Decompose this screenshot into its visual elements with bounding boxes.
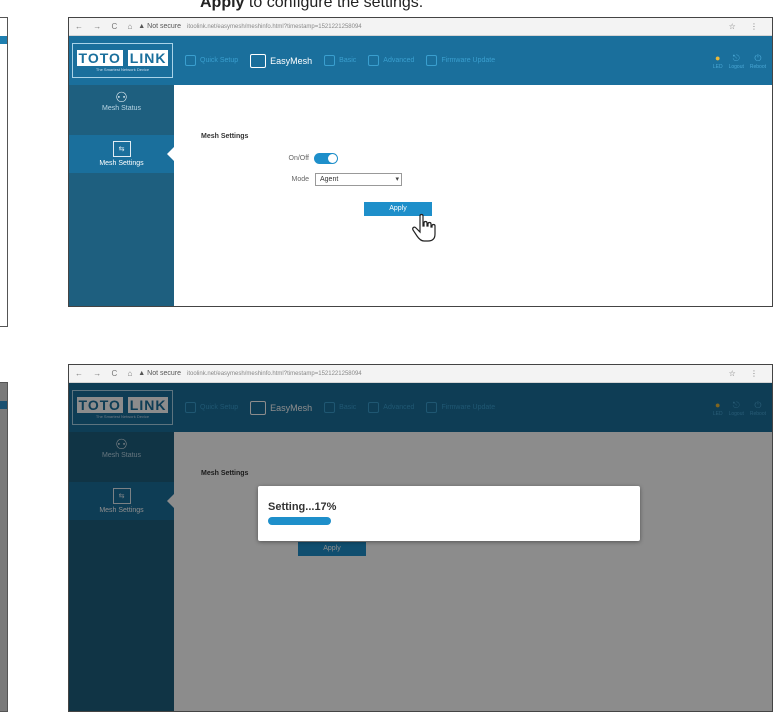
left-partial-strip (0, 36, 7, 44)
chevron-down-icon: ▾ (395, 176, 399, 183)
sidebar-item-mesh-settings[interactable]: ⇆ Mesh Settings (69, 135, 174, 173)
sidebar-item-mesh-status[interactable]: ⚇ Mesh Status (69, 89, 174, 129)
nav-firmware-update[interactable]: Firmware Update (426, 55, 495, 66)
sidebar-item-label: Mesh Settings (99, 160, 144, 167)
active-indicator (167, 147, 174, 161)
nav-quick-setup[interactable]: Quick Setup (185, 55, 238, 66)
caption-bold: Apply (200, 0, 245, 11)
progress-dialog: Setting...17% (258, 486, 640, 541)
led-label: LED (712, 63, 723, 70)
not-secure-icon: ▲ Not secure (138, 23, 182, 30)
browser-toolbar: ← → C ⌂ ▲ Not secure itoolink.net/easyme… (69, 18, 772, 36)
screenshot-applying: ← → C ⌂ ▲ Not secure itoolink.net/easyme… (68, 364, 773, 712)
router-header: TOTO LINK The Smartest Network Device Qu… (69, 36, 772, 85)
mode-label: Mode (291, 176, 309, 183)
main-content: Mesh Settings On/Off Mode Agent ▾ Apply (174, 85, 772, 306)
browser-nav-icons[interactable]: ← → C ⌂ (75, 22, 136, 31)
nav-label: Quick Setup (200, 57, 239, 64)
basic-icon (324, 55, 336, 66)
totolink-logo[interactable]: TOTO LINK The Smartest Network Device (72, 43, 173, 78)
logout-label: Logout (728, 63, 744, 70)
sidebar: ⚇ Mesh Status ⇆ Mesh Settings (69, 85, 174, 306)
logout-button[interactable]: ⎋ Logout (729, 52, 744, 70)
address-bar[interactable]: itoolink.net/easymesh/meshinfo.html?time… (187, 24, 362, 30)
browser-toolbar: ← → C ⌂ ▲ Not secure itoolink.net/easyme… (69, 365, 772, 383)
nav-easymesh[interactable]: EasyMesh (250, 53, 313, 68)
led-icon: ● (714, 52, 721, 63)
logout-icon: ⎋ (732, 52, 740, 63)
nav-label: Advanced (383, 57, 415, 64)
nav-label: Firmware Update (441, 57, 496, 64)
left-partial-frame-bottom (0, 382, 8, 712)
instruction-caption: Apply to configure the settings. (200, 0, 423, 12)
logo-tagline: The Smartest Network Device (95, 66, 150, 72)
firmware-icon (426, 55, 438, 66)
mode-select[interactable]: Agent ▾ (315, 173, 402, 186)
header-actions: ● LED ⎋ Logout ⏻ Reboot (713, 52, 766, 70)
mode-select-value: Agent (320, 176, 339, 183)
quick-setup-icon (185, 55, 196, 66)
power-icon: ⏻ (754, 52, 762, 63)
hand-cursor-icon (412, 213, 436, 242)
nav-label: EasyMesh (270, 55, 313, 66)
modal-backdrop (69, 383, 772, 711)
caption-rest: to configure the settings. (244, 0, 424, 11)
onoff-label: On/Off (288, 155, 310, 162)
logo-box: LINK (127, 49, 169, 66)
screenshot-before-apply: ← → C ⌂ ▲ Not secure itoolink.net/easyme… (68, 17, 773, 307)
left-partial-frame-top (0, 17, 8, 327)
not-secure-icon: ▲ Not secure (138, 370, 182, 377)
advanced-icon (368, 55, 380, 66)
mesh-status-icon: ⚇ (115, 89, 128, 105)
mesh-settings-icon: ⇆ (112, 141, 131, 157)
nav-advanced[interactable]: Advanced (368, 55, 414, 66)
reboot-label: Reboot (749, 63, 766, 70)
led-button[interactable]: ● LED (713, 52, 723, 70)
browser-nav-icons[interactable]: ← → C ⌂ (75, 369, 136, 378)
logo-main: TOTO (76, 49, 123, 66)
nav-label: Basic (339, 57, 357, 64)
mesh-onoff-toggle[interactable] (314, 153, 338, 164)
browser-menu-icons[interactable]: ☆ ⋮ (729, 22, 764, 31)
progress-text: Setting...17% (268, 501, 337, 513)
address-bar[interactable]: itoolink.net/easymesh/meshinfo.html?time… (187, 371, 362, 377)
section-title: Mesh Settings (201, 133, 249, 140)
easymesh-icon (250, 53, 267, 68)
sidebar-item-label: Mesh Status (102, 105, 141, 112)
reboot-button[interactable]: ⏻ Reboot (750, 52, 766, 70)
progress-bar (268, 517, 331, 525)
left-partial-strip (0, 401, 7, 409)
toggle-knob (328, 154, 337, 163)
nav-basic[interactable]: Basic (324, 55, 356, 66)
browser-menu-icons[interactable]: ☆ ⋮ (729, 369, 764, 378)
